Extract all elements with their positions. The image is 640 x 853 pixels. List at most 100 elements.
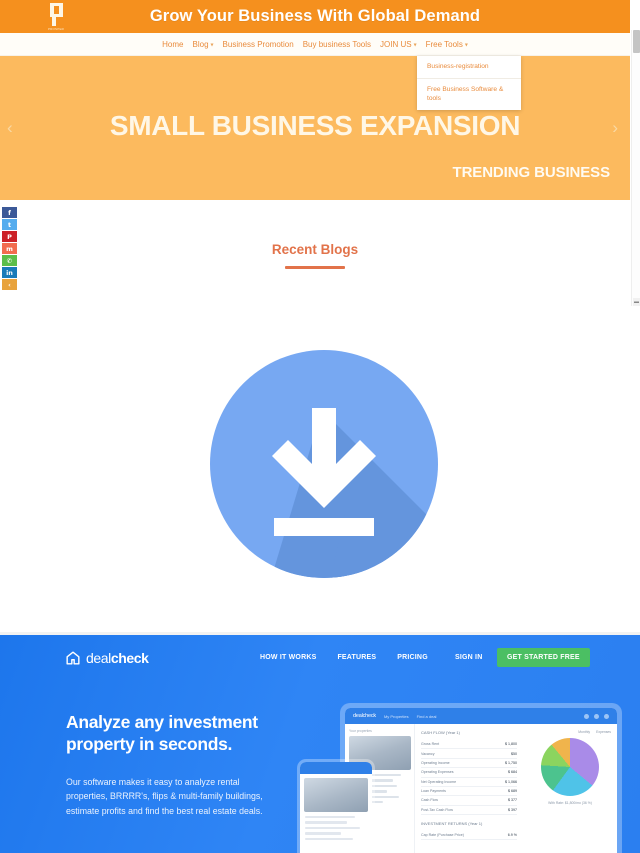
nav-item-business-promotion[interactable]: Business Promotion (223, 40, 294, 49)
row-key: Net Operating Income (421, 779, 457, 784)
row-value: $ 1,800 (505, 742, 517, 747)
menu-item-features[interactable]: FEATURES (337, 654, 376, 661)
nav-item-join-us[interactable]: JOIN US ▾ (380, 40, 417, 49)
mock-sidebar-label: Your properties (349, 729, 372, 733)
nav-label: JOIN US (380, 39, 412, 49)
dealcheck-body-text: Our software makes it easy to analyze re… (66, 777, 263, 816)
main-navigation: Home Blog ▾ Business Promotion Buy busin… (0, 33, 630, 56)
row-key: Gross Rent (421, 742, 440, 747)
section-divider (0, 632, 640, 635)
row-value: $ 684 (508, 770, 517, 775)
row-value: $50 (511, 751, 517, 756)
table-row: Post-Tax Cash Flow $ 397 (421, 806, 517, 815)
dropdown-item-business-registration[interactable]: Business-registration (417, 56, 521, 79)
more-share-icon[interactable]: ‹ (2, 279, 17, 290)
row-key: Cash Flow (421, 798, 438, 803)
mock-text-line (305, 832, 341, 835)
mock-text-line (305, 821, 347, 824)
mock-chart-panel: Monthly Expenses With Rate: $1,800/mo (3… (523, 724, 617, 853)
linkedin-share-icon[interactable]: in (2, 267, 17, 278)
dealcheck-menu: HOW IT WORKS FEATURES PRICING (260, 654, 428, 661)
sign-in-link[interactable]: SIGN IN (455, 654, 482, 661)
table-row: Vacancy $50 (421, 749, 517, 759)
table-row: Cash Flow $ 377 (421, 796, 517, 806)
table-row: Cap Rate (Purchase Price) 6.9 % (421, 831, 517, 841)
mock-app-icons (584, 713, 609, 719)
row-key: Post-Tax Cash Flow (421, 807, 453, 812)
hero-slider: ‹ › SMALL BUSINESS EXPANSION TRENDING BU… (0, 56, 630, 200)
menu-item-pricing[interactable]: PRICING (397, 654, 428, 661)
logo-word-bold: check (110, 650, 149, 666)
dropdown-item-free-business-software[interactable]: Free Business Software & tools (417, 79, 521, 110)
chart-caption: With Rate: $1,800/mo (36 %) (548, 801, 592, 805)
row-key: Loan Payments (421, 789, 446, 794)
scrollbar-down-button[interactable]: ▬ (633, 298, 640, 306)
mock-app-name: dealcheck (353, 713, 376, 719)
mock-text-line (305, 837, 353, 840)
site-logo[interactable]: PROSPER (45, 1, 67, 31)
mock-returns-title: INVESTMENT RETURNS (Year 1) (421, 821, 483, 826)
facebook-share-icon[interactable]: f (2, 207, 17, 218)
page-root: PROSPER Grow Your Business With Global D… (0, 0, 640, 853)
logo-word-light: deal (86, 650, 111, 666)
dealcheck-wordmark: dealcheck (86, 650, 149, 666)
mock-app-body: Your properties CASH FLOW (Year 1) Gross… (345, 724, 617, 853)
table-row: Loan Payments $ 689 (421, 787, 517, 797)
dealcheck-headline: Analyze any investment property in secon… (66, 712, 258, 754)
row-value: $ 689 (508, 789, 517, 794)
logo-text: PROSPER (47, 27, 65, 31)
dealcheck-logo[interactable]: dealcheck (66, 650, 149, 666)
download-illustration (0, 340, 640, 590)
row-value: $ 377 (508, 798, 517, 803)
twitter-share-icon[interactable]: t (2, 219, 17, 230)
hero-subtitle: TRENDING BUSINESS (452, 164, 611, 181)
social-share-rail: f t P m ✆ in ‹ (2, 207, 18, 290)
nav-label: Business Promotion (222, 39, 294, 49)
mock-nav-find-a-deal: Find a deal (416, 713, 437, 719)
content-scrollbar[interactable]: ▬ (631, 30, 640, 306)
row-key: Operating Income (421, 760, 450, 765)
nav-item-blog[interactable]: Blog ▾ (193, 40, 214, 49)
dealcheck-navigation: dealcheck HOW IT WORKS FEATURES PRICING … (0, 646, 640, 672)
row-value: $ 397 (508, 807, 517, 812)
table-row: Operating Expenses $ 684 (421, 768, 517, 778)
nav-item-home[interactable]: Home (162, 40, 183, 49)
nav-item-buy-business-tools[interactable]: Buy business Tools (303, 40, 371, 49)
table-row: Net Operating Income $ 1,066 (421, 778, 517, 787)
mock-section-title: CASH FLOW (Year 1) (421, 730, 460, 735)
mock-text-line (305, 826, 360, 830)
recent-blogs-heading: Recent Blogs (271, 242, 359, 257)
download-icon (210, 350, 438, 578)
nav-label: Buy business Tools (302, 39, 372, 49)
row-value: $ 1,066 (505, 779, 517, 784)
mock-chart-tabs: Monthly Expenses (529, 730, 611, 734)
nav-item-free-tools[interactable]: Free Tools ▾ (426, 40, 468, 49)
logo-pole-icon (52, 16, 56, 26)
row-key: Cap Rate (Purchase Price) (421, 833, 464, 838)
chevron-down-icon: ▾ (464, 42, 468, 48)
site-header: PROSPER Grow Your Business With Global D… (0, 0, 630, 33)
mix-share-icon[interactable]: m (2, 243, 17, 254)
chart-tab-monthly[interactable]: Monthly (578, 730, 590, 734)
pinterest-share-icon[interactable]: P (2, 231, 17, 242)
menu-item-how-it-works[interactable]: HOW IT WORKS (260, 654, 316, 661)
nav-label: Home (162, 39, 184, 49)
blog-content-frame: Recent Blogs (0, 200, 630, 306)
chevron-down-icon: ▾ (210, 42, 214, 48)
mock-phone-bar (300, 762, 372, 774)
mock-text-line (305, 816, 355, 819)
header-tagline: Grow Your Business With Global Demand (149, 7, 481, 25)
get-started-free-button[interactable]: GET STARTED FREE (497, 648, 590, 667)
free-tools-dropdown-menu: Business-registration Free Business Soft… (417, 56, 521, 110)
whatsapp-share-icon[interactable]: ✆ (2, 255, 17, 266)
hero-title: SMALL BUSINESS EXPANSION (109, 110, 521, 141)
row-key: Vacancy (421, 751, 435, 756)
nav-label: Free Tools (425, 39, 463, 49)
row-value: 6.9 % (507, 833, 517, 838)
mobile-screenshot (300, 762, 372, 853)
table-row: Gross Rent $ 1,800 (421, 740, 517, 750)
chevron-down-icon: ▾ (413, 42, 417, 48)
mock-app-bar: dealcheck My Properties Find a deal (345, 708, 617, 724)
scrollbar-thumb[interactable] (633, 30, 640, 53)
chart-tab-expenses[interactable]: Expenses (596, 730, 611, 734)
